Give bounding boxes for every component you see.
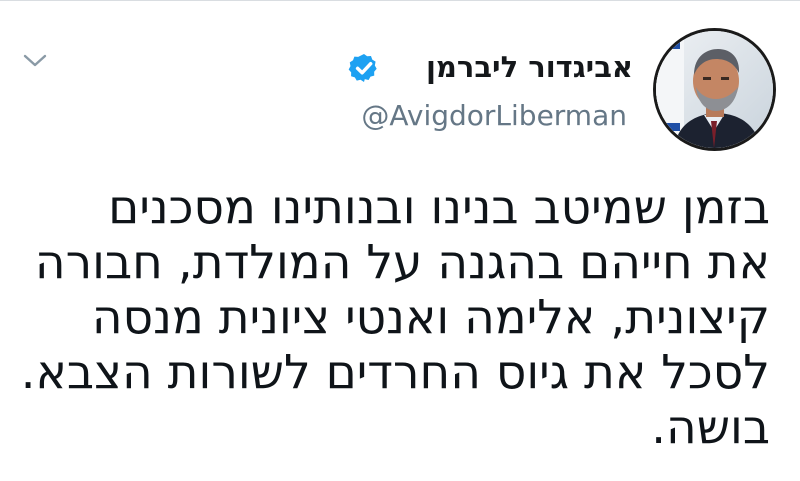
author-display-name[interactable]: אביגדור ליברמן	[426, 47, 633, 87]
avatar-photo	[656, 31, 773, 148]
tweet-card: אביגדור ליברמן @AvigdorLiberman בזמן שמי…	[0, 0, 800, 481]
tweet-line: בזמן שמיטב בנינו ובנותינו מסכנים	[108, 180, 770, 235]
tweet-line: קיצונית, אלימה ואנטי ציונית מנסה	[91, 290, 770, 345]
author-avatar[interactable]	[656, 31, 773, 148]
tweet-line: לסכל את גיוס החרדים לשורות הצבא.	[20, 345, 770, 400]
tweet-text: בזמן שמיטב בנינו ובנותינו מסכנים את חייה…	[20, 180, 770, 455]
verified-badge-icon	[348, 54, 377, 82]
tweet-line: בושה.	[651, 400, 770, 455]
author-handle[interactable]: @AvigdorLiberman	[361, 96, 627, 136]
chevron-down-icon	[23, 54, 47, 67]
tweet-line: את חייהם בהגנה על המולדת, חבורה	[34, 235, 770, 290]
tweet-menu-button[interactable]	[20, 51, 50, 71]
